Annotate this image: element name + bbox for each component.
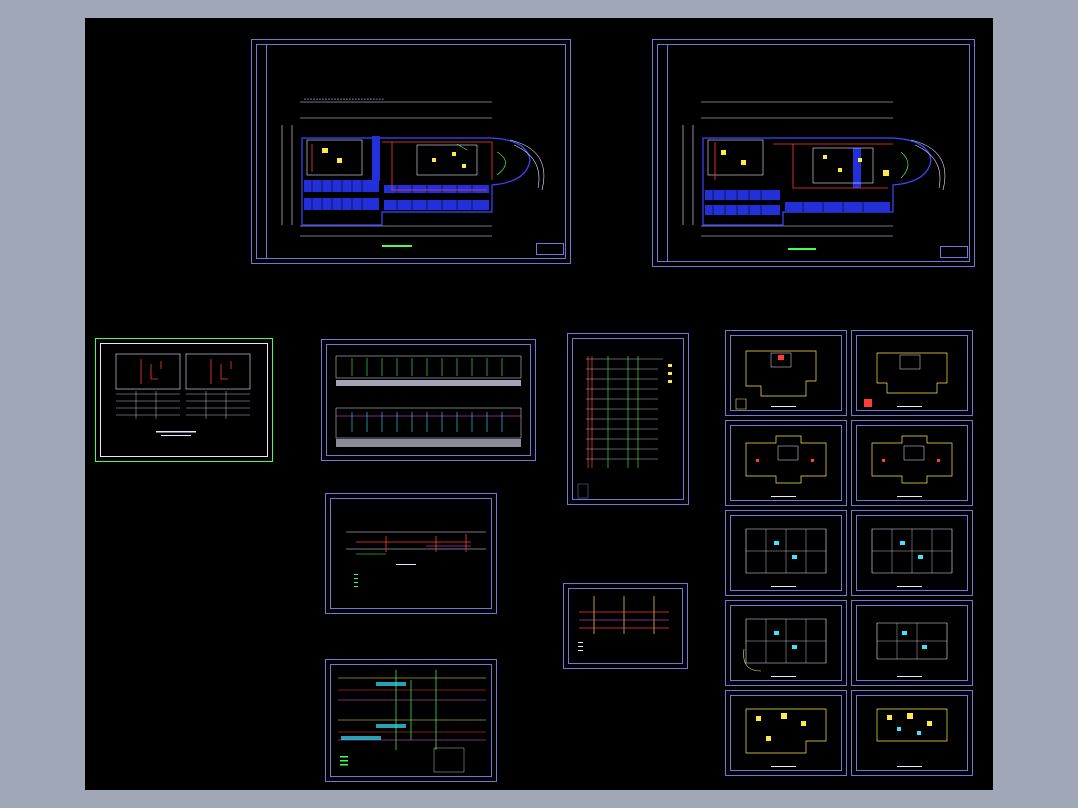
floor-plan-sheet-b[interactable] <box>652 39 975 267</box>
tower-plan-sheet[interactable] <box>851 330 973 416</box>
title-block-cell <box>940 246 968 258</box>
section-drawing <box>346 531 486 587</box>
tower-plan-drawing <box>743 618 827 677</box>
schedule-table-drawing <box>335 355 522 447</box>
detail-sheet[interactable] <box>563 583 688 669</box>
vertical-riser-drawing <box>577 356 672 499</box>
tower-plan-drawing <box>871 435 953 497</box>
riser-diagram-drawing <box>115 353 251 436</box>
section-sheet[interactable] <box>325 493 497 614</box>
tower-plan-drawing <box>876 708 948 767</box>
tower-plan-drawing <box>876 622 948 677</box>
tower-plan-drawing <box>745 435 827 497</box>
tower-plan-drawing <box>871 528 953 587</box>
riser-diagram-sheet[interactable] <box>95 338 273 462</box>
title-block-cell <box>536 243 564 255</box>
tower-plan-sheet[interactable] <box>851 690 973 776</box>
floor-plan-drawing <box>682 101 946 250</box>
tower-plan-sheet[interactable] <box>725 510 847 596</box>
tower-plan-drawing <box>864 352 948 407</box>
detail-drawing <box>578 596 669 651</box>
tower-plan-sheet[interactable] <box>851 600 973 686</box>
floor-plan-sheet-a[interactable]: ▫ ▫ ▫ ▫ ▫ ▫ ▫ ▫ ▫ ▫ ▫ ▫ ▫ ▫ ▫ ▫ ▫ ▫ ▫ ▫ … <box>251 39 571 264</box>
drawing-canvas[interactable]: ▫ ▫ ▫ ▫ ▫ ▫ ▫ ▫ ▫ ▫ ▫ ▫ ▫ ▫ ▫ ▫ ▫ ▫ ▫ ▫ … <box>85 18 993 790</box>
floor-plan-drawing: ▫ ▫ ▫ ▫ ▫ ▫ ▫ ▫ ▫ ▫ ▫ ▫ ▫ ▫ ▫ ▫ ▫ ▫ ▫ ▫ … <box>281 97 545 247</box>
wiring-sheet[interactable] <box>325 659 497 782</box>
tower-plan-sheet[interactable] <box>725 600 847 686</box>
tower-plan-grid <box>721 328 977 776</box>
tower-plan-drawing <box>735 350 817 410</box>
tower-plan-sheet[interactable] <box>725 330 847 416</box>
wiring-drawing <box>338 670 486 773</box>
tower-plan-drawing <box>745 528 827 587</box>
tower-plan-drawing <box>745 708 827 767</box>
tower-plan-sheet[interactable] <box>851 420 973 506</box>
tower-plan-sheet[interactable] <box>725 690 847 776</box>
vertical-riser-sheet[interactable] <box>567 333 689 505</box>
tower-plan-sheet[interactable] <box>725 420 847 506</box>
svg-text:▫ ▫ ▫ ▫ ▫ ▫ ▫ ▫ ▫ ▫ ▫ ▫ ▫ ▫ ▫: ▫ ▫ ▫ ▫ ▫ ▫ ▫ ▫ ▫ ▫ ▫ ▫ ▫ ▫ ▫ ▫ ▫ ▫ ▫ ▫ … <box>304 97 384 101</box>
tower-plan-sheet[interactable] <box>851 510 973 596</box>
schedule-sheet[interactable] <box>321 339 536 461</box>
